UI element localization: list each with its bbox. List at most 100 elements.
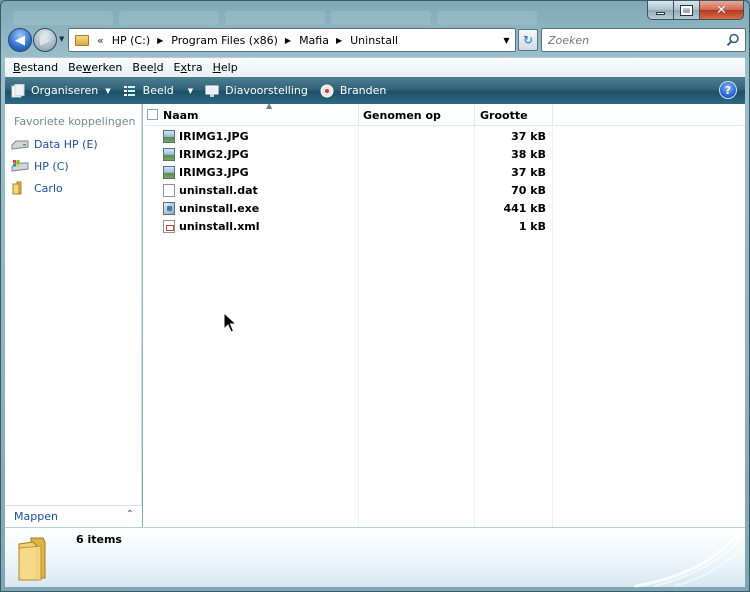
burn-button[interactable]: Branden [320, 84, 387, 98]
list-item[interactable]: uninstall.dat 70 kB [163, 181, 553, 199]
menu-bar: Bestand Bewerken Beeld Extra Help [5, 57, 745, 77]
column-name[interactable]: Naam ▲ [162, 101, 359, 126]
file-name: IRIMG1.JPG [179, 129, 249, 143]
minimize-button[interactable] [647, 1, 674, 20]
select-all-checkbox[interactable] [147, 109, 158, 120]
sort-ascending-icon: ▲ [266, 101, 273, 110]
favorite-hp-c[interactable]: HP (C) [11, 159, 69, 173]
file-size: 1 kB [518, 219, 546, 233]
refresh-button[interactable]: ↻ [518, 29, 538, 51]
user-folder-icon [12, 181, 22, 195]
chevron-down-icon: ▼ [105, 86, 111, 95]
forward-button[interactable]: ▶ [33, 28, 57, 52]
image-file-icon [163, 165, 175, 179]
menu-edit[interactable]: Bewerken [68, 61, 130, 74]
navigation-bar: ◀ ▶ ▼ « HP (C:) ▶ Program Files (x86) ▶ … [6, 26, 746, 54]
favorite-label: Carlo [34, 181, 63, 195]
file-size: 37 kB [511, 129, 546, 143]
column-date-taken[interactable]: Genomen op [359, 104, 475, 126]
image-file-icon [163, 129, 175, 143]
file-name: IRIMG3.JPG [179, 165, 249, 179]
column-size[interactable]: Grootte [475, 104, 553, 126]
view-label: Beeld [142, 84, 174, 97]
folders-toggle[interactable]: Mappen ⌃ [5, 505, 142, 527]
column-date-label: Genomen op [363, 108, 441, 122]
list-item[interactable]: uninstall.exe 441 kB [163, 199, 553, 217]
maximize-icon [680, 4, 693, 16]
decorative-swoosh [634, 529, 745, 588]
slideshow-label: Diavoorstelling [225, 84, 308, 97]
menu-view[interactable]: Beeld [132, 61, 171, 74]
slideshow-icon [205, 85, 219, 97]
xml-file-icon [163, 219, 175, 233]
list-item[interactable]: IRIMG2.JPG 38 kB [163, 145, 553, 163]
image-file-icon [163, 147, 175, 161]
column-size-label: Grootte [480, 108, 528, 122]
burn-label: Branden [339, 84, 387, 97]
folder-icon [75, 34, 89, 46]
breadcrumb-drive[interactable]: HP (C:) [112, 34, 150, 47]
file-name: IRIMG2.JPG [179, 147, 249, 161]
favorite-carlo[interactable]: Carlo [11, 181, 63, 195]
column-header-row: Naam ▲ Genomen op Grootte [143, 101, 745, 126]
column-name-label: Naam [163, 108, 199, 122]
favorites-heading: Favoriete koppelingen [14, 115, 136, 128]
view-button[interactable]: Beeld ▼ [123, 84, 194, 98]
back-button[interactable]: ◀ [8, 28, 32, 52]
file-size: 37 kB [511, 165, 546, 179]
list-item[interactable]: uninstall.xml 1 kB [163, 217, 553, 235]
help-icon: ? [724, 83, 732, 97]
command-bar: Organiseren ▼ Beeld ▼ Diavoorstelling Br… [5, 77, 745, 104]
organize-label: Organiseren [31, 84, 99, 97]
file-size: 70 kB [511, 183, 546, 197]
breadcrumb-separator-icon[interactable]: ▶ [336, 36, 342, 45]
slideshow-button[interactable]: Diavoorstelling [205, 84, 308, 98]
window-controls: ✕ [647, 1, 744, 20]
breadcrumb-program-files[interactable]: Program Files (x86) [171, 34, 278, 47]
arrow-left-icon: ◀ [15, 32, 25, 48]
recent-pages-dropdown[interactable]: ▼ [59, 35, 64, 43]
close-icon: ✕ [716, 2, 727, 18]
organize-button[interactable]: Organiseren ▼ [11, 83, 111, 98]
navigation-pane: Favoriete koppelingen Data HP (E) HP (C)… [5, 104, 142, 527]
breadcrumb-mafia[interactable]: Mafia [299, 34, 329, 47]
drive-icon [11, 140, 29, 150]
chevron-down-icon: ▼ [187, 86, 194, 95]
executable-file-icon [163, 201, 175, 215]
folders-label: Mappen [14, 510, 58, 523]
file-size: 38 kB [511, 147, 546, 161]
favorite-data-hp-e[interactable]: Data HP (E) [11, 137, 98, 151]
search-box[interactable] [541, 28, 746, 52]
favorite-label: Data HP (E) [34, 137, 98, 151]
details-pane: 6 items [5, 527, 745, 588]
search-icon[interactable] [726, 33, 740, 47]
mouse-pointer-icon [223, 312, 237, 333]
background-glass-reflection [1, 1, 651, 29]
close-button[interactable]: ✕ [700, 1, 744, 20]
folder-icon [18, 537, 46, 581]
address-history-dropdown[interactable]: ▼ [498, 29, 515, 51]
chevron-up-icon: ⌃ [125, 509, 134, 520]
menu-file[interactable]: Bestand [13, 61, 66, 74]
menu-tools[interactable]: Extra [174, 61, 211, 74]
views-icon [123, 85, 135, 96]
breadcrumb-overflow[interactable]: « [97, 34, 104, 47]
arrow-right-icon: ▶ [40, 32, 50, 48]
file-size: 441 kB [503, 201, 547, 215]
breadcrumb-separator-icon[interactable]: ▶ [157, 36, 163, 45]
maximize-button[interactable] [674, 1, 700, 20]
refresh-icon: ↻ [522, 33, 534, 47]
menu-help[interactable]: Help [213, 61, 246, 74]
list-item[interactable]: IRIMG1.JPG 37 kB [163, 127, 553, 145]
breadcrumb-uninstall[interactable]: Uninstall [350, 34, 398, 47]
file-name: uninstall.exe [179, 201, 260, 215]
burn-disc-icon [320, 84, 334, 97]
document-file-icon [163, 183, 175, 197]
address-bar[interactable]: « HP (C:) ▶ Program Files (x86) ▶ Mafia … [68, 28, 516, 52]
list-item[interactable]: IRIMG3.JPG 37 kB [163, 163, 553, 181]
search-input[interactable] [548, 33, 718, 47]
minimize-icon [656, 12, 665, 15]
breadcrumb-separator-icon[interactable]: ▶ [285, 36, 291, 45]
help-button[interactable]: ? [719, 81, 737, 99]
file-name: uninstall.xml [179, 219, 260, 233]
